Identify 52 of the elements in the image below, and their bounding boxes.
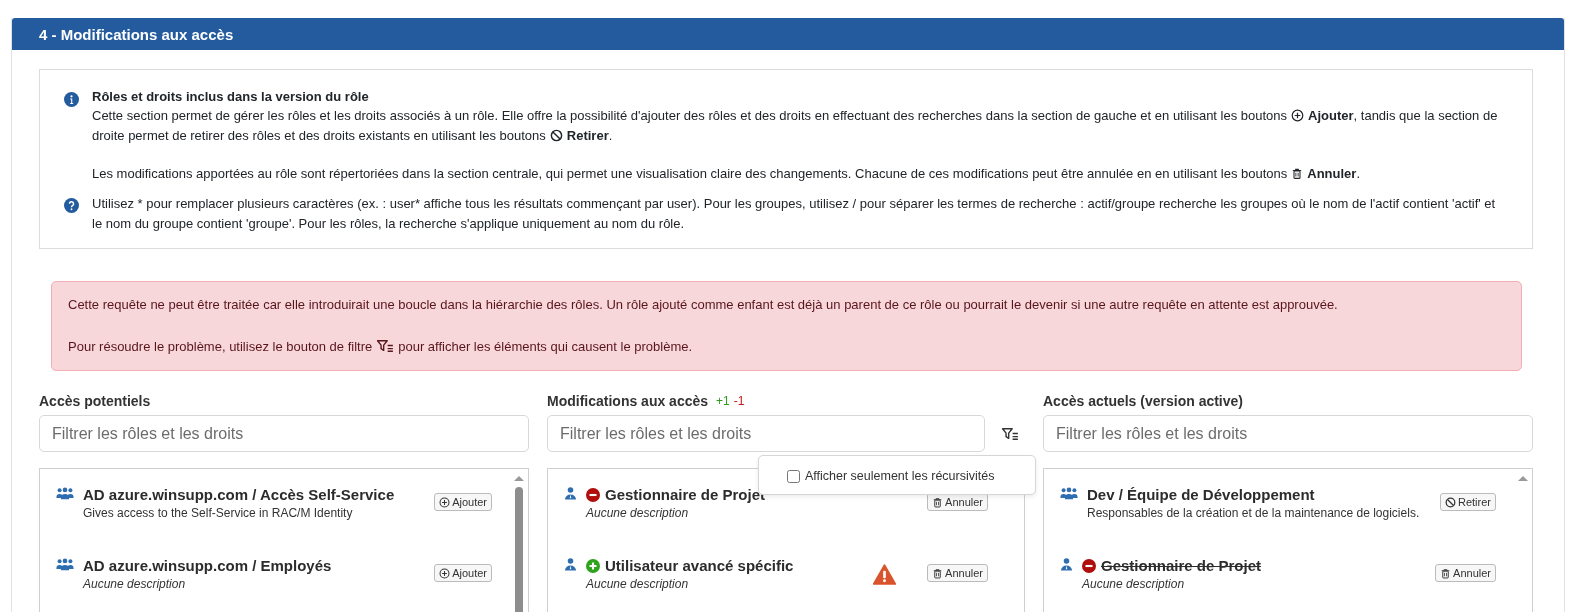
user-icon xyxy=(564,487,577,500)
checkbox-label: Afficher seulement les récursivités xyxy=(805,469,995,483)
alert-text: Pour résoudre le problème, utilisez le bouton de filtre pour afficher les éléments qui causent le problème. xyxy=(68,338,694,356)
filter-list-icon xyxy=(1001,426,1019,441)
item-description: Aucune description xyxy=(586,577,690,591)
column-title: Accès actuels (version active) xyxy=(1043,393,1243,409)
column-title: Accès potentiels xyxy=(39,393,151,409)
item-description: Gives access to the Self-Service in RAC/M Identity xyxy=(83,506,354,520)
item-title: Utilisateur avancé spécific xyxy=(605,556,794,576)
item-title: AD azure.winsupp.com / Employés xyxy=(83,556,332,576)
item-description: Responsables de la création et de la maintenance de logiciels. xyxy=(1087,506,1421,520)
info-text: Utilisez * pour remplacer plusieurs caractères (ex. : user* affiche tous les résultats commençant par user). Pour les groupes, utilisez / pour séparer les termes de recherche : actif/groupe recherche les groupes où le nom de l'actif contient 'actif' et le nom du groupe contient 'groupe'. Pour les rôles, la recherche s'applique uniquement au nom du rôle. xyxy=(92,195,1497,233)
help-icon xyxy=(64,198,79,213)
filter-list-icon xyxy=(376,339,395,353)
add-button[interactable]: Ajouter xyxy=(434,564,492,582)
plus-circle-icon xyxy=(1291,109,1305,122)
add-button[interactable]: Ajouter xyxy=(434,493,492,511)
column-title: Modifications aux accès xyxy=(547,393,709,409)
group-icon xyxy=(56,487,74,500)
item-description: Aucune description xyxy=(83,577,187,591)
plus-circle-icon xyxy=(439,496,451,508)
group-icon xyxy=(1060,487,1078,500)
item-description: Aucune description xyxy=(586,506,690,520)
prohibited-icon xyxy=(1445,496,1456,508)
info-icon xyxy=(64,92,79,107)
info-text: Cette section permet de gérer les rôles et les droits associés à un rôle. Elle offre la possibilité d'ajouter des rôles et des droits en effectuant des recherches dans la section de gauche et en utilisant les boutons Ajouter, tandis que la section de droite permet de retirer des rôles et des droits existants en utilisant les boutons Retirer. xyxy=(92,107,1499,145)
info-title: Rôles et droits inclus dans la version du rôle xyxy=(92,88,370,106)
cancel-button[interactable]: Annuler xyxy=(927,564,988,582)
plus-circle-icon xyxy=(439,567,451,579)
item-title: Gestionnaire de Projet xyxy=(1101,556,1262,576)
user-icon xyxy=(564,558,577,571)
alert-text: Cette requête ne peut être traitée car elle introduirait une boucle dans la hiérarchie des rôles. Un rôle ajouté comme enfant est déjà un parent de ce rôle ou pourrait le devenir si une autre requête en attente est approuvée. xyxy=(68,296,1339,314)
user-icon xyxy=(1060,558,1073,571)
section-title: 4 - Modifications aux accès xyxy=(39,25,234,43)
info-text: Les modifications apportées au rôle sont répertoriées dans la section centrale, qui permet une visualisation claire des changements. Chacune de ces modifications peut être annulée en en utilisant les boutons Annuler. xyxy=(92,165,1362,183)
trash-icon xyxy=(932,496,944,508)
group-icon xyxy=(56,558,74,571)
filter-field[interactable]: Filtrer les rôles et les droits xyxy=(39,415,529,452)
cancel-button[interactable]: Annuler xyxy=(1435,564,1496,582)
removed-count: -1 xyxy=(733,394,745,408)
added-count: +1 xyxy=(716,394,730,408)
item-title: AD azure.winsupp.com / Accès Self-Service xyxy=(83,485,395,505)
checkbox[interactable] xyxy=(787,469,800,483)
trash-icon xyxy=(1291,167,1304,180)
item-description: Aucune description xyxy=(1082,577,1186,591)
remove-button[interactable]: Retirer xyxy=(1440,493,1496,511)
prohibited-icon xyxy=(549,129,563,142)
filter-field[interactable]: Filtrer les rôles et les droits xyxy=(547,415,985,452)
filter-field[interactable]: Filtrer les rôles et les droits xyxy=(1043,415,1533,452)
trash-icon xyxy=(1440,567,1452,579)
item-title: Dev / Équipe de Développement xyxy=(1087,485,1315,505)
trash-icon xyxy=(932,567,944,579)
